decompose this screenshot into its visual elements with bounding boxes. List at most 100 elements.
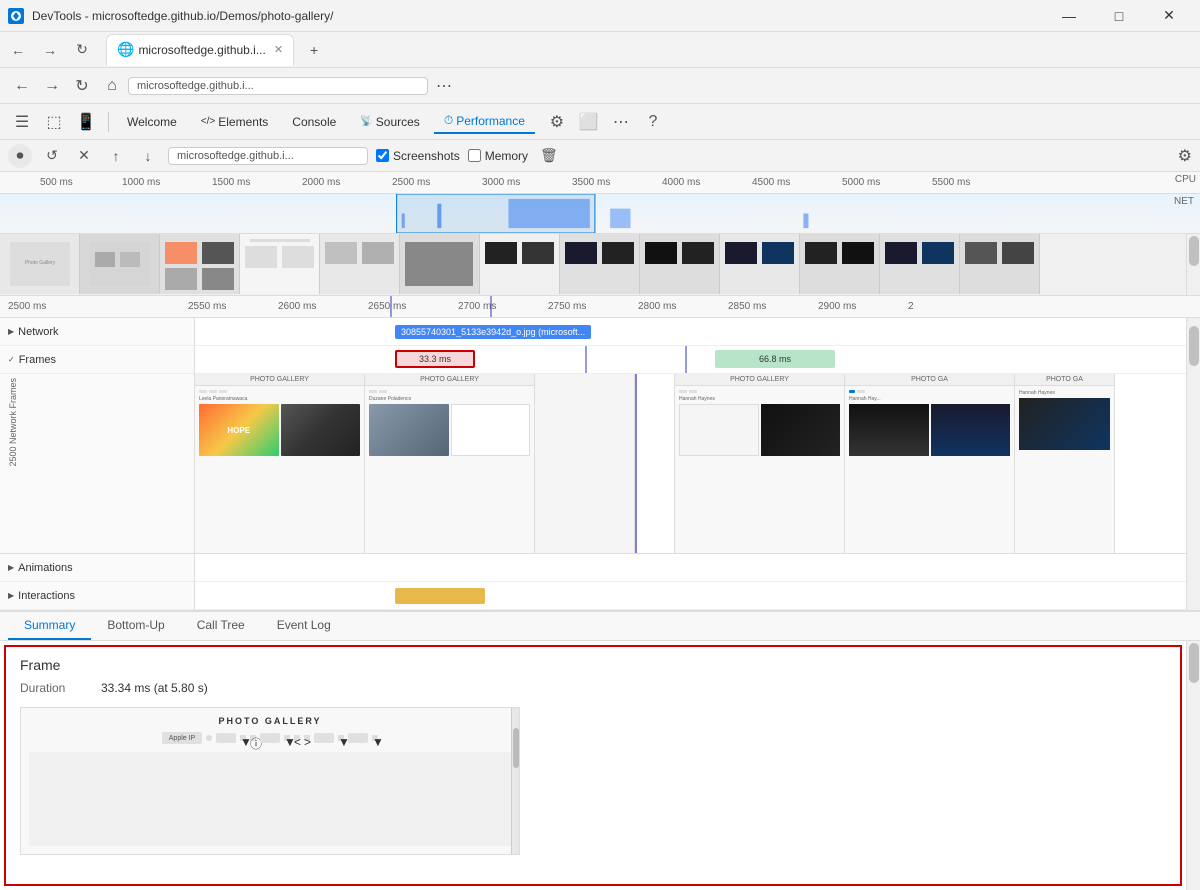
network-bar[interactable]: 30855740301_5133e3942d_o.jpg (microsoft.… [395,325,591,339]
tb-item [679,390,687,393]
clear-profile-button[interactable]: ✕ [72,144,96,168]
screenshot-6[interactable] [480,234,560,294]
preview-tb-11: ▼ [338,735,344,741]
back-button[interactable]: ← [4,36,32,64]
animations-row-content [195,554,1200,582]
screenshots-checkbox[interactable]: Screenshots [376,149,460,163]
screenshot-3[interactable] [240,234,320,294]
profile-url-bar: microsoftedge.github.i... [168,147,368,165]
tab-welcome[interactable]: Welcome [117,111,187,133]
tab-summary[interactable]: Summary [8,612,91,640]
frame-screenshot-0[interactable]: PHOTO GALLERY Leela Panoramawaca HOPE [195,374,365,553]
record-button[interactable]: ⏺ [8,144,32,168]
fs-blank [535,374,634,553]
interactions-row-label[interactable]: ▶ Interactions [0,582,194,610]
tab-elements[interactable]: </> Elements [191,111,279,133]
tab-call-tree[interactable]: Call Tree [181,612,261,640]
new-tab-button[interactable]: + [300,36,328,64]
screenshot-7[interactable] [560,234,640,294]
refresh-button[interactable]: ↻ [68,36,96,64]
load-profile-button[interactable]: ↑ [104,144,128,168]
frame-screenshot-3[interactable] [635,374,675,553]
photo-navy [931,404,1011,456]
interaction-bar[interactable] [395,588,485,604]
close-button[interactable]: ✕ [1146,0,1192,32]
tab-console[interactable]: Console [282,111,346,133]
zoom-mark-2650: 2650 ms [368,301,406,312]
tab-sources[interactable]: 📡 Sources [350,111,429,133]
frame-screenshot-6[interactable]: PHOTO GA Hannah Haynes [1015,374,1115,553]
frames-row-label[interactable]: ✓ Frames [0,346,194,374]
browser-tab-0[interactable]: 🌐 microsoftedge.github.i... ✕ [106,34,294,66]
frame-screenshot-1[interactable]: PHOTO GALLERY Duzane Poladenco [365,374,535,553]
tab-performance[interactable]: ⏱ Performance [434,109,535,134]
settings-cog-button[interactable]: ⚙ [543,108,571,136]
frame-bar-1[interactable]: 66.8 ms [715,350,835,368]
inspect-button[interactable]: ⬚ [40,108,68,136]
devtools-toggle[interactable]: ☰ [8,108,36,136]
screenshot-12[interactable] [960,234,1040,294]
tab-bottom-up[interactable]: Bottom-Up [91,612,180,640]
time-mark-4000: 4000 ms [662,177,700,188]
timeline-scrollbar[interactable] [1186,318,1200,610]
preview-scrollbar[interactable] [511,708,519,854]
screenshot-11[interactable] [880,234,960,294]
thumb-svg-11 [880,234,960,294]
time-mark-5000: 5000 ms [842,177,880,188]
delete-button[interactable]: 🗑 [540,147,558,164]
screenshot-2[interactable] [160,234,240,294]
screenshot-0[interactable]: Photo Gallery [0,234,80,294]
overview-chart[interactable]: NET [0,194,1200,234]
more-button[interactable]: ⋯ [430,72,458,100]
frames-cursor-1 [585,346,587,373]
animations-row-label[interactable]: ▶ Animations [0,554,194,582]
frame-screenshot-2[interactable] [535,374,635,553]
forward-nav-button[interactable]: → [38,72,66,100]
photo-dark [281,404,361,456]
net-overview-label: NET [1174,196,1194,207]
animations-label: Animations [18,562,72,574]
back-nav-button[interactable]: ← [8,72,36,100]
screenshot-5[interactable] [400,234,480,294]
preview-tb-7: ▼ [284,735,290,741]
frame-bar-0[interactable]: 33.3 ms [395,350,475,368]
minimize-button[interactable]: — [1046,0,1092,32]
preview-tb-10 [314,733,334,743]
cursor-line-1 [390,296,392,317]
screenshot-9[interactable] [720,234,800,294]
bottom-panel-scrollbar[interactable] [1186,641,1200,890]
save-profile-button[interactable]: ↓ [136,144,160,168]
photo-colorful: HOPE [199,404,279,456]
tab-event-log[interactable]: Event Log [261,612,347,640]
screenshot-1[interactable] [80,234,160,294]
memory-checkbox[interactable]: Memory [468,149,528,163]
network-label: Network [18,326,58,338]
perf-settings-button[interactable]: ⚙ [1178,146,1192,166]
address-bar[interactable]: microsoftedge.github.i... [128,77,428,95]
help-button[interactable]: ? [639,108,667,136]
reload-button[interactable]: ↻ [68,72,96,100]
more-tools-button[interactable]: ⋯ [607,108,635,136]
fs-content-6: Hannah Haynes [1015,386,1114,454]
fs-content-4: Hannah Haynes [675,386,844,460]
frame-screenshot-5[interactable]: PHOTO GA Hannah Hay... [845,374,1015,553]
network-row-label[interactable]: ▶ Network [0,318,194,346]
tb-item [857,390,865,393]
strip-scrollbar[interactable] [1186,234,1200,295]
screenshot-10[interactable] [800,234,880,294]
forward-button[interactable]: → [36,36,64,64]
reload-profile-button[interactable]: ↺ [40,144,64,168]
photo-blue [369,404,449,456]
preview-tb-5: ⓘ [250,735,256,741]
maximize-button[interactable]: □ [1096,0,1142,32]
device-button[interactable]: 📱 [72,108,100,136]
dock-button[interactable]: ⬜ [575,108,603,136]
frames-cursor-2 [685,346,687,373]
tb-item [369,390,377,393]
frames-screenshots-area: PHOTO GALLERY Leela Panoramawaca HOPE [195,374,1200,554]
tab-close-icon[interactable]: ✕ [274,43,283,56]
screenshot-8[interactable] [640,234,720,294]
home-button[interactable]: ⌂ [98,72,126,100]
frame-screenshot-4[interactable]: PHOTO GALLERY Hannah Haynes [675,374,845,553]
screenshot-4[interactable] [320,234,400,294]
